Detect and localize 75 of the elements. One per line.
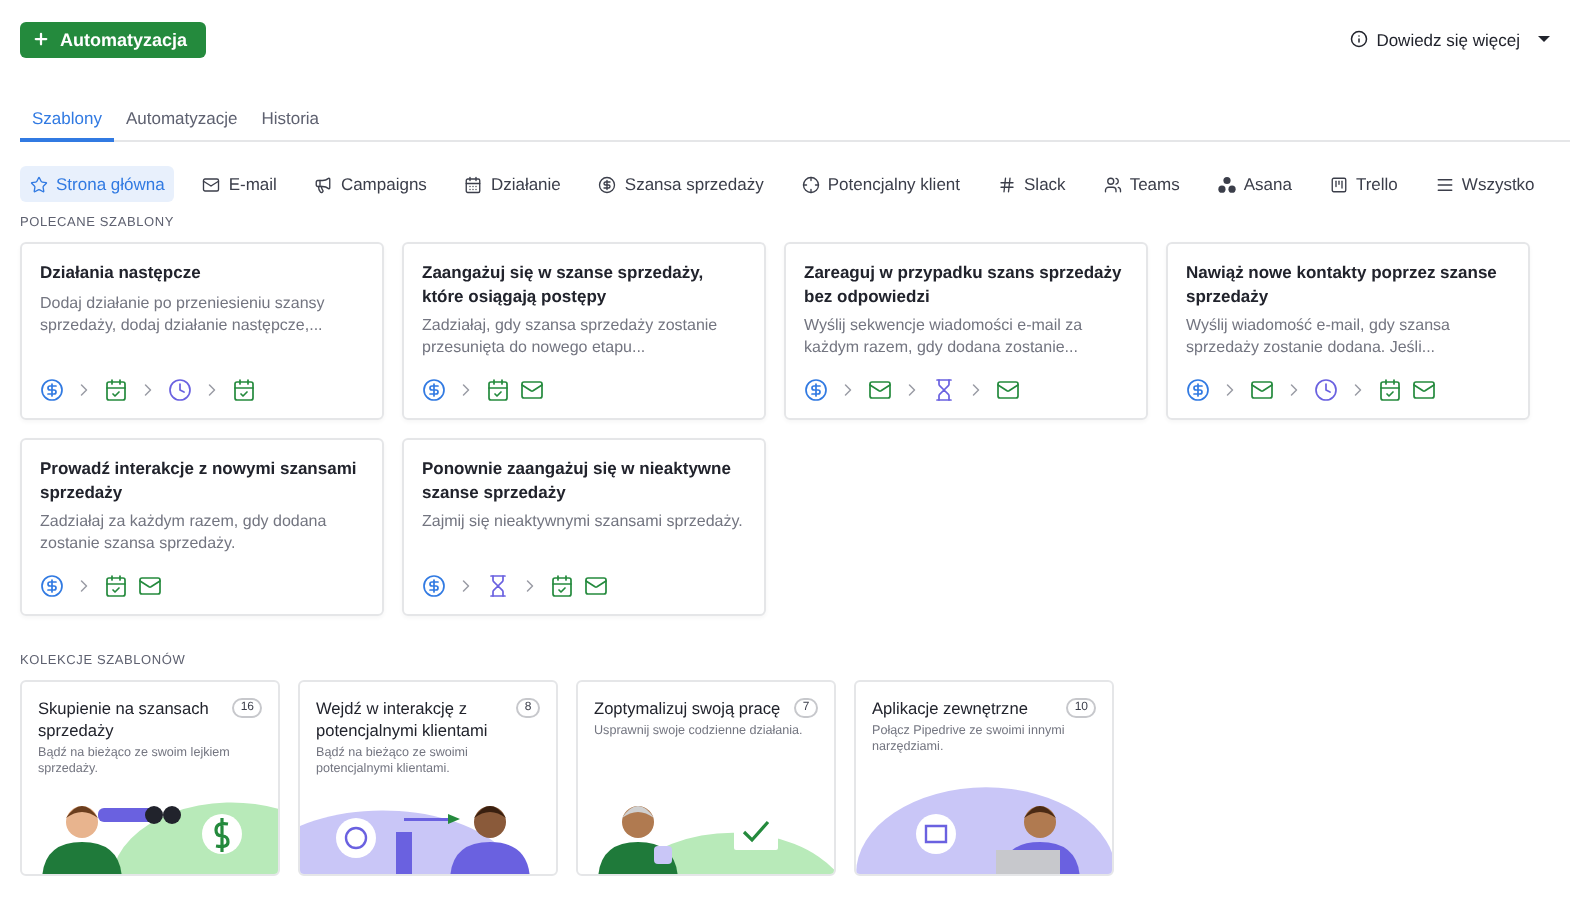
collection-title: Wejdź w interakcję z potencjalnymi klientami [316,698,490,742]
mail-icon [1412,378,1436,402]
tab[interactable]: Historia [249,102,332,142]
template-card[interactable]: Nawiąż nowe kontakty poprzez szanse sprzedaży Wyślij wiadomość e-mail, gdy szansa sprzedaży zostanie dodana. Jeśli... [1166,242,1530,420]
mail-icon [138,574,162,598]
tab[interactable]: Automatyzacje [113,102,250,142]
calendar-icon [104,574,128,598]
dollar-icon [422,574,446,598]
learn-more-button[interactable]: Dowiedz się więcej [1350,29,1550,49]
megaphone-icon [314,175,333,193]
template-title: Zaangażuj się w szanse sprzedaży, które osiągają postępy [422,262,706,308]
template-card[interactable]: Zareaguj w przypadku szans sprzedaży bez odpowiedzi Wyślij sekwencje wiadomości e-mail za każdym razem, gdy dodana zostanie... [784,242,1148,420]
target-icon [801,175,820,193]
template-title: Ponownie zaangażuj się w nieaktywne szanse sprzedaży [422,458,733,504]
collection-title: Skupienie na szansach sprzedaży [38,698,211,742]
template-title: Prowadź interakcje z nowymi szansami sprzedaży [40,458,359,504]
template-title: Nawiąż nowe kontakty poprzez szanse sprzedaży [1186,262,1499,308]
filter-chip[interactable]: Strona główna [20,166,175,202]
template-title: Działania następcze [40,262,203,285]
clock-icon [168,378,192,402]
template-description: Wyślij sekwencje wiadomości e-mail za każdym razem, gdy dodana zostanie... [804,314,1085,358]
dollar-icon [40,574,64,598]
list-icon [1435,175,1454,193]
calendar-icon [232,378,256,402]
dollar-icon [598,175,617,193]
dollar-icon [804,378,828,402]
template-description: Dodaj działanie po przeniesieniu szansy sprzedaży, dodaj działanie następcze,... [40,291,327,335]
calendar-icon [550,574,574,598]
dots-icon [1217,175,1236,193]
template-title: Zareaguj w przypadku szans sprzedaży bez odpowiedzi [804,262,1124,308]
plus-icon [32,30,50,48]
dollar-icon [1186,378,1210,402]
collection-title: Zoptymalizuj swoją pracę [594,698,781,720]
template-card[interactable]: Zaangażuj się w szanse sprzedaży, które osiągają postępy Zadziałaj, gdy szansa sprzedaży zostanie przesunięta do nowego etapu... [402,242,766,420]
hourglass-icon [486,574,510,598]
mail-icon [868,378,892,402]
dollar-icon [422,378,446,402]
dollar-icon [40,378,64,402]
create-automation-button[interactable]: Automatyzacja [20,21,206,57]
filter-chip[interactable]: Teams [1093,166,1190,202]
hourglass-icon [932,378,956,402]
mail-icon [1250,378,1274,402]
tab[interactable]: Szablony [20,102,114,142]
calendar-icon [104,378,128,402]
filter-chip[interactable]: Potencjalny klient [791,166,971,202]
mail-icon [202,175,221,193]
mail-icon [520,378,544,402]
template-description: Zajmij się nieaktywnymi szansami sprzedaży. [422,510,745,532]
calendar-icon [486,378,510,402]
filter-chip[interactable]: Szansa sprzedaży [588,166,774,202]
star-icon [30,175,48,193]
people-icon [1103,175,1122,193]
template-card[interactable]: Działania następcze Dodaj działanie po przeniesieniu szansy sprzedaży, dodaj działanie następcze,... [20,242,384,420]
calendar-icon [1378,378,1402,402]
template-card[interactable]: Ponownie zaangażuj się w nieaktywne szanse sprzedaży Zajmij się nieaktywnymi szansami sprzedaży. [402,438,766,616]
mail-icon [584,574,608,598]
filter-chip[interactable]: Wszystko [1425,166,1545,202]
filter-chip[interactable]: Asana [1207,166,1302,202]
filter-chip[interactable]: E-mail [192,166,287,202]
caret-icon [1538,36,1550,42]
template-description: Zadziałaj za każdym razem, gdy dodana zostanie szansa sprzedaży. [40,510,329,554]
calendar-icon [464,175,483,193]
hash-icon [998,175,1017,193]
board-icon [1329,175,1348,193]
filter-chip[interactable]: Działanie [454,166,571,202]
filter-chip[interactable]: Slack [988,166,1076,202]
template-card[interactable]: Prowadź interakcje z nowymi szansami sprzedaży Zadziałaj za każdym razem, gdy dodana zostanie szansa sprzedaży. [20,438,384,616]
clock-icon [1314,378,1338,402]
collection-title: Aplikacje zewnętrzne [872,698,1028,720]
mail-icon [996,378,1020,402]
filter-chip[interactable]: Campaigns [304,166,437,202]
info-icon [1350,30,1369,48]
filter-chip[interactable]: Trello [1319,166,1408,202]
template-description: Wyślij wiadomość e-mail, gdy szansa sprzedaży zostanie dodana. Jeśli... [1186,314,1452,358]
template-description: Zadziałaj, gdy szansa sprzedaży zostanie przesunięta do nowego etapu... [422,314,720,358]
